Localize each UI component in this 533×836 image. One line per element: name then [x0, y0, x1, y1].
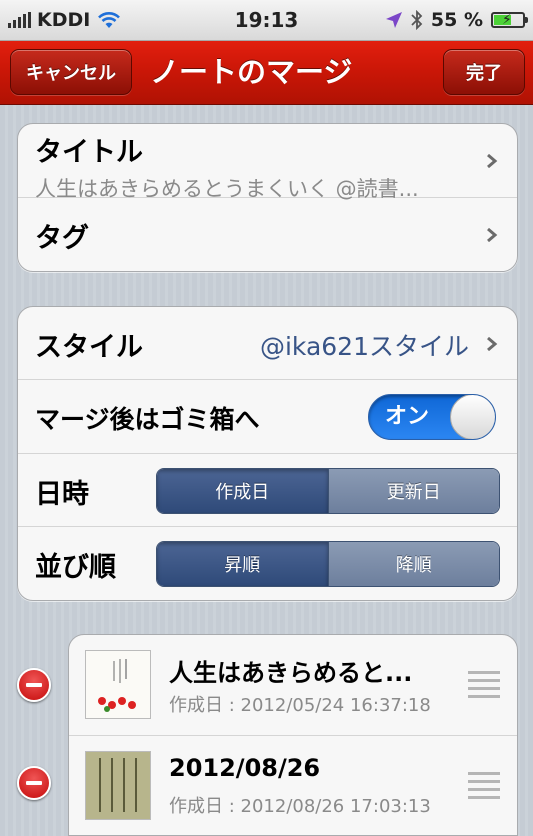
toggle-knob	[450, 395, 495, 439]
order-segmented-control: 昇順 降順	[156, 541, 500, 587]
battery-icon: ⚡	[491, 12, 528, 28]
list-item[interactable]: 人生はあきらめると... 作成日 : 2012/05/24 16:37:18	[69, 635, 517, 736]
delete-icon[interactable]	[17, 668, 51, 702]
cancel-button[interactable]: キャンセル	[10, 49, 132, 95]
chevron-right-icon	[487, 154, 498, 168]
location-icon	[385, 12, 402, 28]
list-item[interactable]: 2012/08/26 作成日 : 2012/08/26 17:03:13	[69, 736, 517, 835]
reorder-handle-icon[interactable]	[468, 671, 500, 703]
status-right: 55 % ⚡	[385, 0, 528, 40]
status-bar: KDDI 19:13 55 % ⚡	[0, 0, 533, 41]
date-label: 日時	[35, 479, 89, 510]
tag-row[interactable]: タグ	[18, 198, 517, 271]
details-group: タイトル 人生はあきらめるとうまくいく @読書... タグ	[17, 123, 518, 272]
title-row[interactable]: タイトル 人生はあきらめるとうまくいく @読書...	[18, 124, 517, 201]
trash-label: マージ後はゴミ箱へ	[35, 405, 260, 434]
segment-ascending[interactable]: 昇順	[157, 542, 328, 586]
status-left: KDDI	[8, 0, 122, 40]
tag-label: タグ	[35, 223, 89, 254]
date-segmented-control: 作成日 更新日	[156, 468, 500, 514]
segment-created-date[interactable]: 作成日	[157, 469, 328, 513]
note-date: 作成日 : 2012/08/26 17:03:13	[169, 796, 431, 817]
note-title: 2012/08/26	[169, 754, 321, 782]
signal-icon	[8, 12, 31, 28]
note-date: 作成日 : 2012/05/24 16:37:18	[169, 695, 431, 716]
title-label: タイトル	[35, 137, 143, 168]
reorder-handle-icon[interactable]	[468, 772, 500, 804]
chevron-right-icon	[487, 228, 498, 242]
segment-updated-date[interactable]: 更新日	[327, 469, 499, 513]
segment-descending[interactable]: 降順	[327, 542, 499, 586]
note-title: 人生はあきらめると...	[169, 659, 413, 687]
style-value: @ika621スタイル	[259, 332, 469, 361]
toggle-on-label: オン	[385, 404, 430, 429]
note-thumbnail	[85, 650, 151, 719]
trash-row: マージ後はゴミ箱へ オン	[18, 380, 517, 454]
delete-icon[interactable]	[17, 766, 51, 800]
notes-list: 人生はあきらめると... 作成日 : 2012/05/24 16:37:18 2…	[68, 634, 518, 836]
order-label: 並び順	[35, 552, 116, 583]
chevron-right-icon	[487, 337, 498, 351]
done-button[interactable]: 完了	[443, 49, 525, 95]
note-thumbnail	[85, 751, 151, 820]
wifi-icon	[98, 12, 121, 28]
battery-percent: 55 %	[430, 9, 483, 31]
carrier-name: KDDI	[37, 9, 91, 31]
navigation-bar: キャンセル ノートのマージ 完了	[0, 41, 533, 105]
options-group: スタイル @ika621スタイル マージ後はゴミ箱へ オン 日時 作成日 更新日…	[17, 306, 518, 601]
style-row[interactable]: スタイル @ika621スタイル	[18, 307, 517, 380]
order-row: 並び順 昇順 降順	[18, 527, 517, 600]
trash-toggle[interactable]: オン	[368, 394, 496, 440]
date-row: 日時 作成日 更新日	[18, 454, 517, 527]
style-label: スタイル	[35, 332, 143, 363]
page-title: ノートのマージ	[150, 55, 353, 89]
bluetooth-icon	[411, 10, 423, 30]
